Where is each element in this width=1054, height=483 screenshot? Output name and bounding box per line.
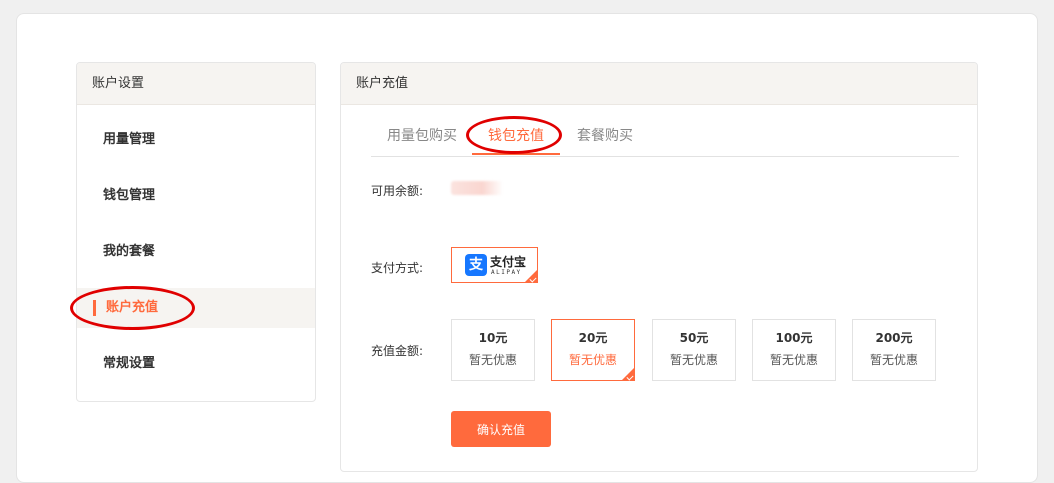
amount-value: 20元 bbox=[578, 331, 608, 345]
tab-usage-pack-purchase[interactable]: 用量包购买 bbox=[387, 123, 457, 155]
amount-option-100[interactable]: 100元 暂无优惠 bbox=[752, 319, 836, 381]
alipay-sub: ALIPAY bbox=[491, 269, 522, 276]
amount-option-20[interactable]: 20元 暂无优惠 bbox=[551, 319, 635, 381]
amount-label: 充值金额: bbox=[371, 344, 424, 358]
amount-note: 暂无优惠 bbox=[669, 353, 718, 367]
confirm-recharge-button[interactable]: 确认充值 bbox=[451, 411, 551, 447]
amount-value: 100元 bbox=[775, 331, 813, 345]
recharge-tabs: 用量包购买 钱包充值 套餐购买 bbox=[371, 123, 959, 157]
amount-option-200[interactable]: 200元 暂无优惠 bbox=[852, 319, 936, 381]
panel-title: 账户充值 bbox=[341, 63, 977, 105]
active-indicator bbox=[93, 300, 96, 316]
sidebar-item-wallet-management[interactable]: 钱包管理 bbox=[77, 176, 315, 216]
balance-value-redacted bbox=[451, 181, 503, 195]
amount-note: 暂无优惠 bbox=[568, 353, 617, 367]
settings-sidebar: 账户设置 用量管理 钱包管理 我的套餐 账户充值 常规设置 bbox=[76, 62, 316, 402]
amount-option-10[interactable]: 10元 暂无优惠 bbox=[451, 319, 535, 381]
sidebar-item-label: 钱包管理 bbox=[103, 188, 156, 203]
alipay-icon: 支 bbox=[465, 254, 487, 276]
tab-plan-purchase[interactable]: 套餐购买 bbox=[576, 123, 634, 155]
payment-method-label: 支付方式: bbox=[371, 261, 424, 275]
alipay-name: 支付宝 bbox=[490, 255, 527, 269]
sidebar-item-label: 用量管理 bbox=[103, 132, 156, 147]
check-corner-icon bbox=[525, 270, 537, 282]
amount-value: 50元 bbox=[679, 331, 709, 345]
sidebar-item-usage-management[interactable]: 用量管理 bbox=[77, 120, 315, 160]
check-corner-icon bbox=[622, 368, 634, 380]
amount-option-50[interactable]: 50元 暂无优惠 bbox=[652, 319, 736, 381]
sidebar-item-my-plan[interactable]: 我的套餐 bbox=[77, 232, 315, 272]
sidebar-item-label: 我的套餐 bbox=[103, 244, 156, 259]
tab-wallet-recharge[interactable]: 钱包充值 bbox=[472, 123, 560, 155]
alipay-option[interactable]: 支 支付宝 ALIPAY bbox=[451, 247, 538, 283]
sidebar-item-label: 常规设置 bbox=[103, 356, 156, 371]
amount-note: 暂无优惠 bbox=[769, 353, 818, 367]
sidebar-item-account-recharge[interactable]: 账户充值 bbox=[77, 288, 315, 328]
amount-note: 暂无优惠 bbox=[869, 353, 918, 367]
recharge-panel: 账户充值 用量包购买 钱包充值 套餐购买 可用余额: 支付方式: 支 支付宝 A… bbox=[340, 62, 978, 472]
amount-value: 200元 bbox=[875, 331, 913, 345]
balance-label: 可用余额: bbox=[371, 184, 424, 198]
sidebar-item-label: 账户充值 bbox=[106, 300, 159, 315]
sidebar-item-general-settings[interactable]: 常规设置 bbox=[77, 344, 315, 384]
sidebar-title: 账户设置 bbox=[77, 63, 315, 105]
amount-note: 暂无优惠 bbox=[468, 353, 517, 367]
amount-value: 10元 bbox=[478, 331, 508, 345]
